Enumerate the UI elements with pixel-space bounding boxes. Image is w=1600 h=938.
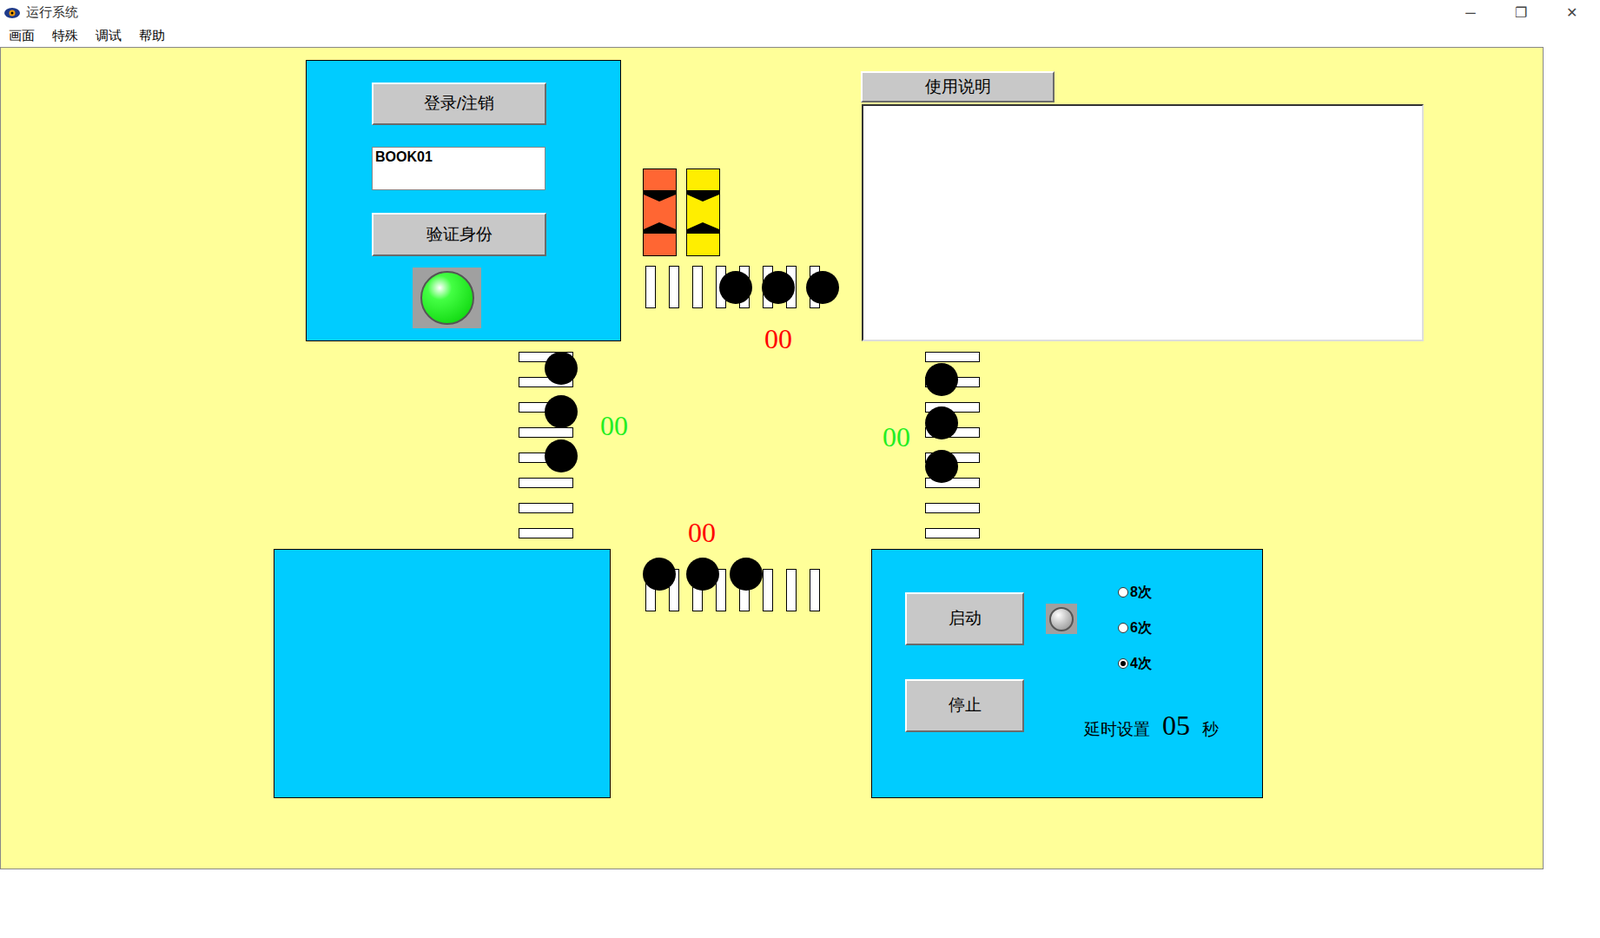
app-window: 运行系统─❐✕画面特殊调试帮助登录/注销BOOK01验证身份00000000使用…	[0, 0, 1600, 938]
run-indicator	[1045, 603, 1078, 635]
crosswalk-stripe	[518, 427, 574, 438]
countdown: 00	[687, 518, 716, 547]
cycle-radio[interactable]: 6次	[1117, 617, 1152, 639]
indicator-lamp	[420, 271, 475, 325]
crosswalk-stripe	[645, 265, 656, 309]
countdown: 00	[882, 423, 911, 451]
indicator-lamp	[1049, 607, 1074, 632]
crosswalk-stripe	[809, 568, 820, 612]
window-control[interactable]: ─	[1445, 2, 1496, 24]
menu-bar: 画面特殊调试帮助	[0, 25, 1600, 47]
crosswalk-stripe	[786, 568, 797, 612]
pedestrian-dot	[761, 271, 795, 305]
signal	[686, 168, 721, 257]
window-control[interactable]: ✕	[1546, 2, 1597, 24]
crosswalk-stripe	[692, 265, 703, 309]
canvas: 登录/注销 BOOK01 验证身份 00 00 00 00 使用说明启动停止 8次 6次 4次延时设…	[0, 46, 1544, 870]
usage-text	[861, 104, 1424, 342]
crosswalk	[645, 265, 820, 309]
delay-label: 延时设置	[1084, 717, 1151, 743]
cycle-radio[interactable]: 8次	[1117, 581, 1152, 603]
countdown: 00	[600, 411, 629, 440]
crosswalk	[645, 568, 820, 612]
pedestrian-dot	[544, 351, 578, 385]
auth-indicator	[412, 267, 482, 329]
delay-unit: 秒	[1202, 717, 1219, 743]
pedestrian-dot	[925, 363, 959, 397]
pedestrian-dot	[642, 557, 676, 591]
pedestrian-dot	[806, 271, 840, 305]
crosswalk-stripe	[518, 528, 574, 539]
crosswalk-stripe	[925, 502, 980, 514]
pedestrian-dot	[686, 557, 720, 591]
crosswalk	[518, 351, 574, 539]
crosswalk-stripe	[762, 568, 774, 612]
menu-item[interactable]: 帮助	[138, 26, 166, 47]
window-control[interactable]: ❐	[1495, 2, 1547, 24]
pedestrian-dot	[729, 557, 763, 591]
pedestrian-dot	[544, 395, 578, 429]
delay-setting: 延时设置 05 秒	[1084, 711, 1219, 743]
crosswalk-stripe	[925, 351, 980, 363]
signal	[642, 168, 677, 257]
signal-icon	[686, 168, 721, 257]
usage-tab[interactable]: 使用说明	[860, 71, 1055, 103]
crosswalk-stripe	[925, 528, 980, 539]
menu-item[interactable]: 调试	[95, 26, 122, 47]
cycle-radio[interactable]: 4次	[1117, 653, 1152, 675]
countdown: 00	[764, 324, 793, 353]
title-bar: 运行系统 ─❐✕	[0, 0, 1600, 26]
signal-icon	[642, 168, 677, 257]
crosswalk-stripe	[668, 265, 680, 309]
login-panel: 登录/注销 BOOK01 验证身份	[305, 59, 622, 342]
verify-button[interactable]: 验证身份	[371, 212, 547, 257]
user-field[interactable]: BOOK01	[371, 146, 546, 191]
start-button[interactable]: 启动	[905, 592, 1025, 646]
pedestrian-dot	[544, 439, 578, 473]
delay-value[interactable]: 05	[1162, 711, 1191, 740]
window-title: 运行系统	[26, 2, 79, 23]
eye-icon	[3, 6, 21, 20]
info-panel	[273, 548, 611, 799]
pedestrian-dot	[719, 271, 753, 305]
crosswalk-stripe	[518, 477, 574, 489]
pedestrian-dot	[925, 449, 959, 483]
menu-item[interactable]: 画面	[8, 26, 35, 47]
stop-button[interactable]: 停止	[905, 679, 1025, 733]
control-panel: 启动停止 8次 6次 4次延时设置 05 秒	[871, 548, 1263, 799]
crosswalk	[925, 351, 980, 539]
login-button[interactable]: 登录/注销	[371, 82, 547, 126]
pedestrian-dot	[925, 406, 959, 440]
menu-item[interactable]: 特殊	[52, 26, 79, 47]
crosswalk-stripe	[518, 502, 574, 514]
